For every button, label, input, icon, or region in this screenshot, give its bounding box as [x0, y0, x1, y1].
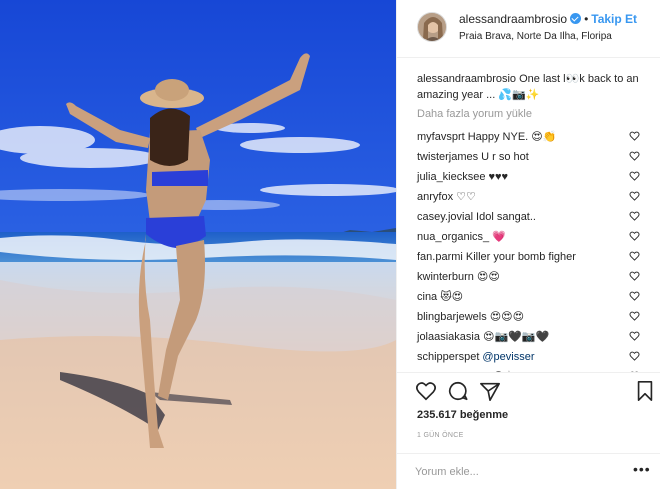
more-options-button[interactable]: •••: [633, 462, 651, 476]
comment-text: ♥♥♥: [488, 171, 509, 183]
comment-row: anryfox ♡♡: [417, 190, 653, 210]
comment-username[interactable]: schipperspet: [417, 351, 479, 363]
comment-row: myfavsprt Happy NYE. 😍👏: [417, 130, 653, 150]
comment-text: U r so hot: [481, 151, 529, 163]
post-panel: alessandraambrosio • Takip Et Praia Brava,…: [396, 0, 660, 489]
comment-username[interactable]: casey.jovial: [417, 211, 473, 223]
comment-like-heart-icon[interactable]: [629, 171, 640, 181]
post-time[interactable]: 1 GÜN ÖNCE: [417, 432, 464, 439]
beach-photo: [0, 0, 396, 489]
comment-username[interactable]: twisterjames: [417, 151, 478, 163]
comment-row: blingbarjewels 😍😍😍: [417, 310, 653, 330]
separator-dot: •: [584, 12, 589, 26]
comment-like-heart-icon[interactable]: [629, 191, 640, 201]
comment-row: julia_kiecksee ♥♥♥: [417, 170, 653, 190]
comment-text: 😍📷🖤📷🖤: [482, 331, 550, 343]
comment-username[interactable]: cina: [417, 291, 437, 303]
post-photo[interactable]: [0, 0, 396, 489]
add-comment-section: •••: [397, 453, 660, 490]
comment-row: fan.parmi Killer your bomb figher: [417, 250, 653, 270]
comment-like-heart-icon[interactable]: [629, 131, 640, 141]
comment-like-heart-icon[interactable]: [629, 271, 640, 281]
comment-username[interactable]: julia_kiecksee: [417, 171, 485, 183]
caption-username[interactable]: alessandraambrosio: [417, 73, 516, 85]
comment-row: nua_organics_ 💗: [417, 230, 653, 250]
comment-like-heart-icon[interactable]: [629, 351, 640, 361]
comment-text: Idol sangat..: [476, 211, 536, 223]
comment-username[interactable]: nua_organics_: [417, 231, 489, 243]
comment-text: Happy NYE. 😍👏: [467, 131, 557, 143]
follow-button[interactable]: Takip Et: [591, 12, 637, 26]
comments-list[interactable]: alessandraambrosio One last l👀k back to …: [397, 58, 660, 372]
comment-like-heart-icon[interactable]: [629, 291, 640, 301]
likes-number: 235.617: [417, 409, 457, 421]
add-comment-input[interactable]: [415, 463, 615, 481]
avatar[interactable]: [417, 12, 447, 42]
likes-count[interactable]: 235.617 beğenme: [417, 409, 508, 421]
share-icon[interactable]: [479, 380, 501, 402]
comment-username[interactable]: blingbarjewels: [417, 311, 487, 323]
comment-row: casey.jovial Idol sangat..: [417, 210, 653, 230]
comment-icon[interactable]: [447, 380, 469, 402]
caption: alessandraambrosio One last l👀k back to …: [417, 71, 639, 103]
post-header: alessandraambrosio • Takip Et Praia Brava,…: [397, 0, 660, 58]
comment-text: 😍😍😍: [489, 311, 525, 323]
likes-label: beğenme: [459, 409, 509, 421]
comment-text: 😻😍: [440, 291, 464, 303]
comment-like-heart-icon[interactable]: [629, 211, 640, 221]
comment-row: jolaasiakasia 😍📷🖤📷🖤: [417, 330, 653, 350]
comment-like-heart-icon[interactable]: [629, 331, 640, 341]
comment-row: cina 😻😍: [417, 290, 653, 310]
heart-outline-icon[interactable]: [415, 380, 437, 402]
comment-row: schipperspet @pevisser: [417, 350, 653, 370]
comment-like-heart-icon[interactable]: [629, 231, 640, 241]
comment-like-heart-icon[interactable]: [629, 251, 640, 261]
comment-row: twisterjames U r so hot: [417, 150, 653, 170]
comment-text: ♡♡: [456, 191, 476, 203]
comment-username[interactable]: kwinterburn: [417, 271, 474, 283]
comment-username[interactable]: anryfox: [417, 191, 453, 203]
comment-text: 😍😍: [476, 271, 500, 283]
comment-like-heart-icon[interactable]: [629, 151, 640, 161]
comment-row: kwinterburn 😍😍: [417, 270, 653, 290]
comment-username[interactable]: myfavsprt: [417, 131, 465, 143]
actions-section: 235.617 beğenme 1 GÜN ÖNCE •••: [397, 372, 660, 489]
comment-text: Killer your bomb figher: [465, 251, 576, 263]
bookmark-icon[interactable]: [634, 380, 656, 402]
comment-like-heart-icon[interactable]: [629, 311, 640, 321]
comment-username[interactable]: fan.parmi: [417, 251, 463, 263]
avatar-image: [418, 13, 446, 41]
load-more-comments-button[interactable]: Daha fazla yorum yükle: [417, 108, 532, 120]
comment-username[interactable]: jolaasiakasia: [417, 331, 480, 343]
post-username[interactable]: alessandraambrosio: [459, 12, 567, 26]
comment-text: 💗: [492, 231, 506, 243]
user-line: alessandraambrosio • Takip Et: [459, 12, 637, 26]
verified-badge-icon: [570, 13, 582, 24]
location-link[interactable]: Praia Brava, Norte Da Ilha, Floripa: [459, 31, 612, 42]
comment-text: @pevisser: [482, 351, 535, 363]
